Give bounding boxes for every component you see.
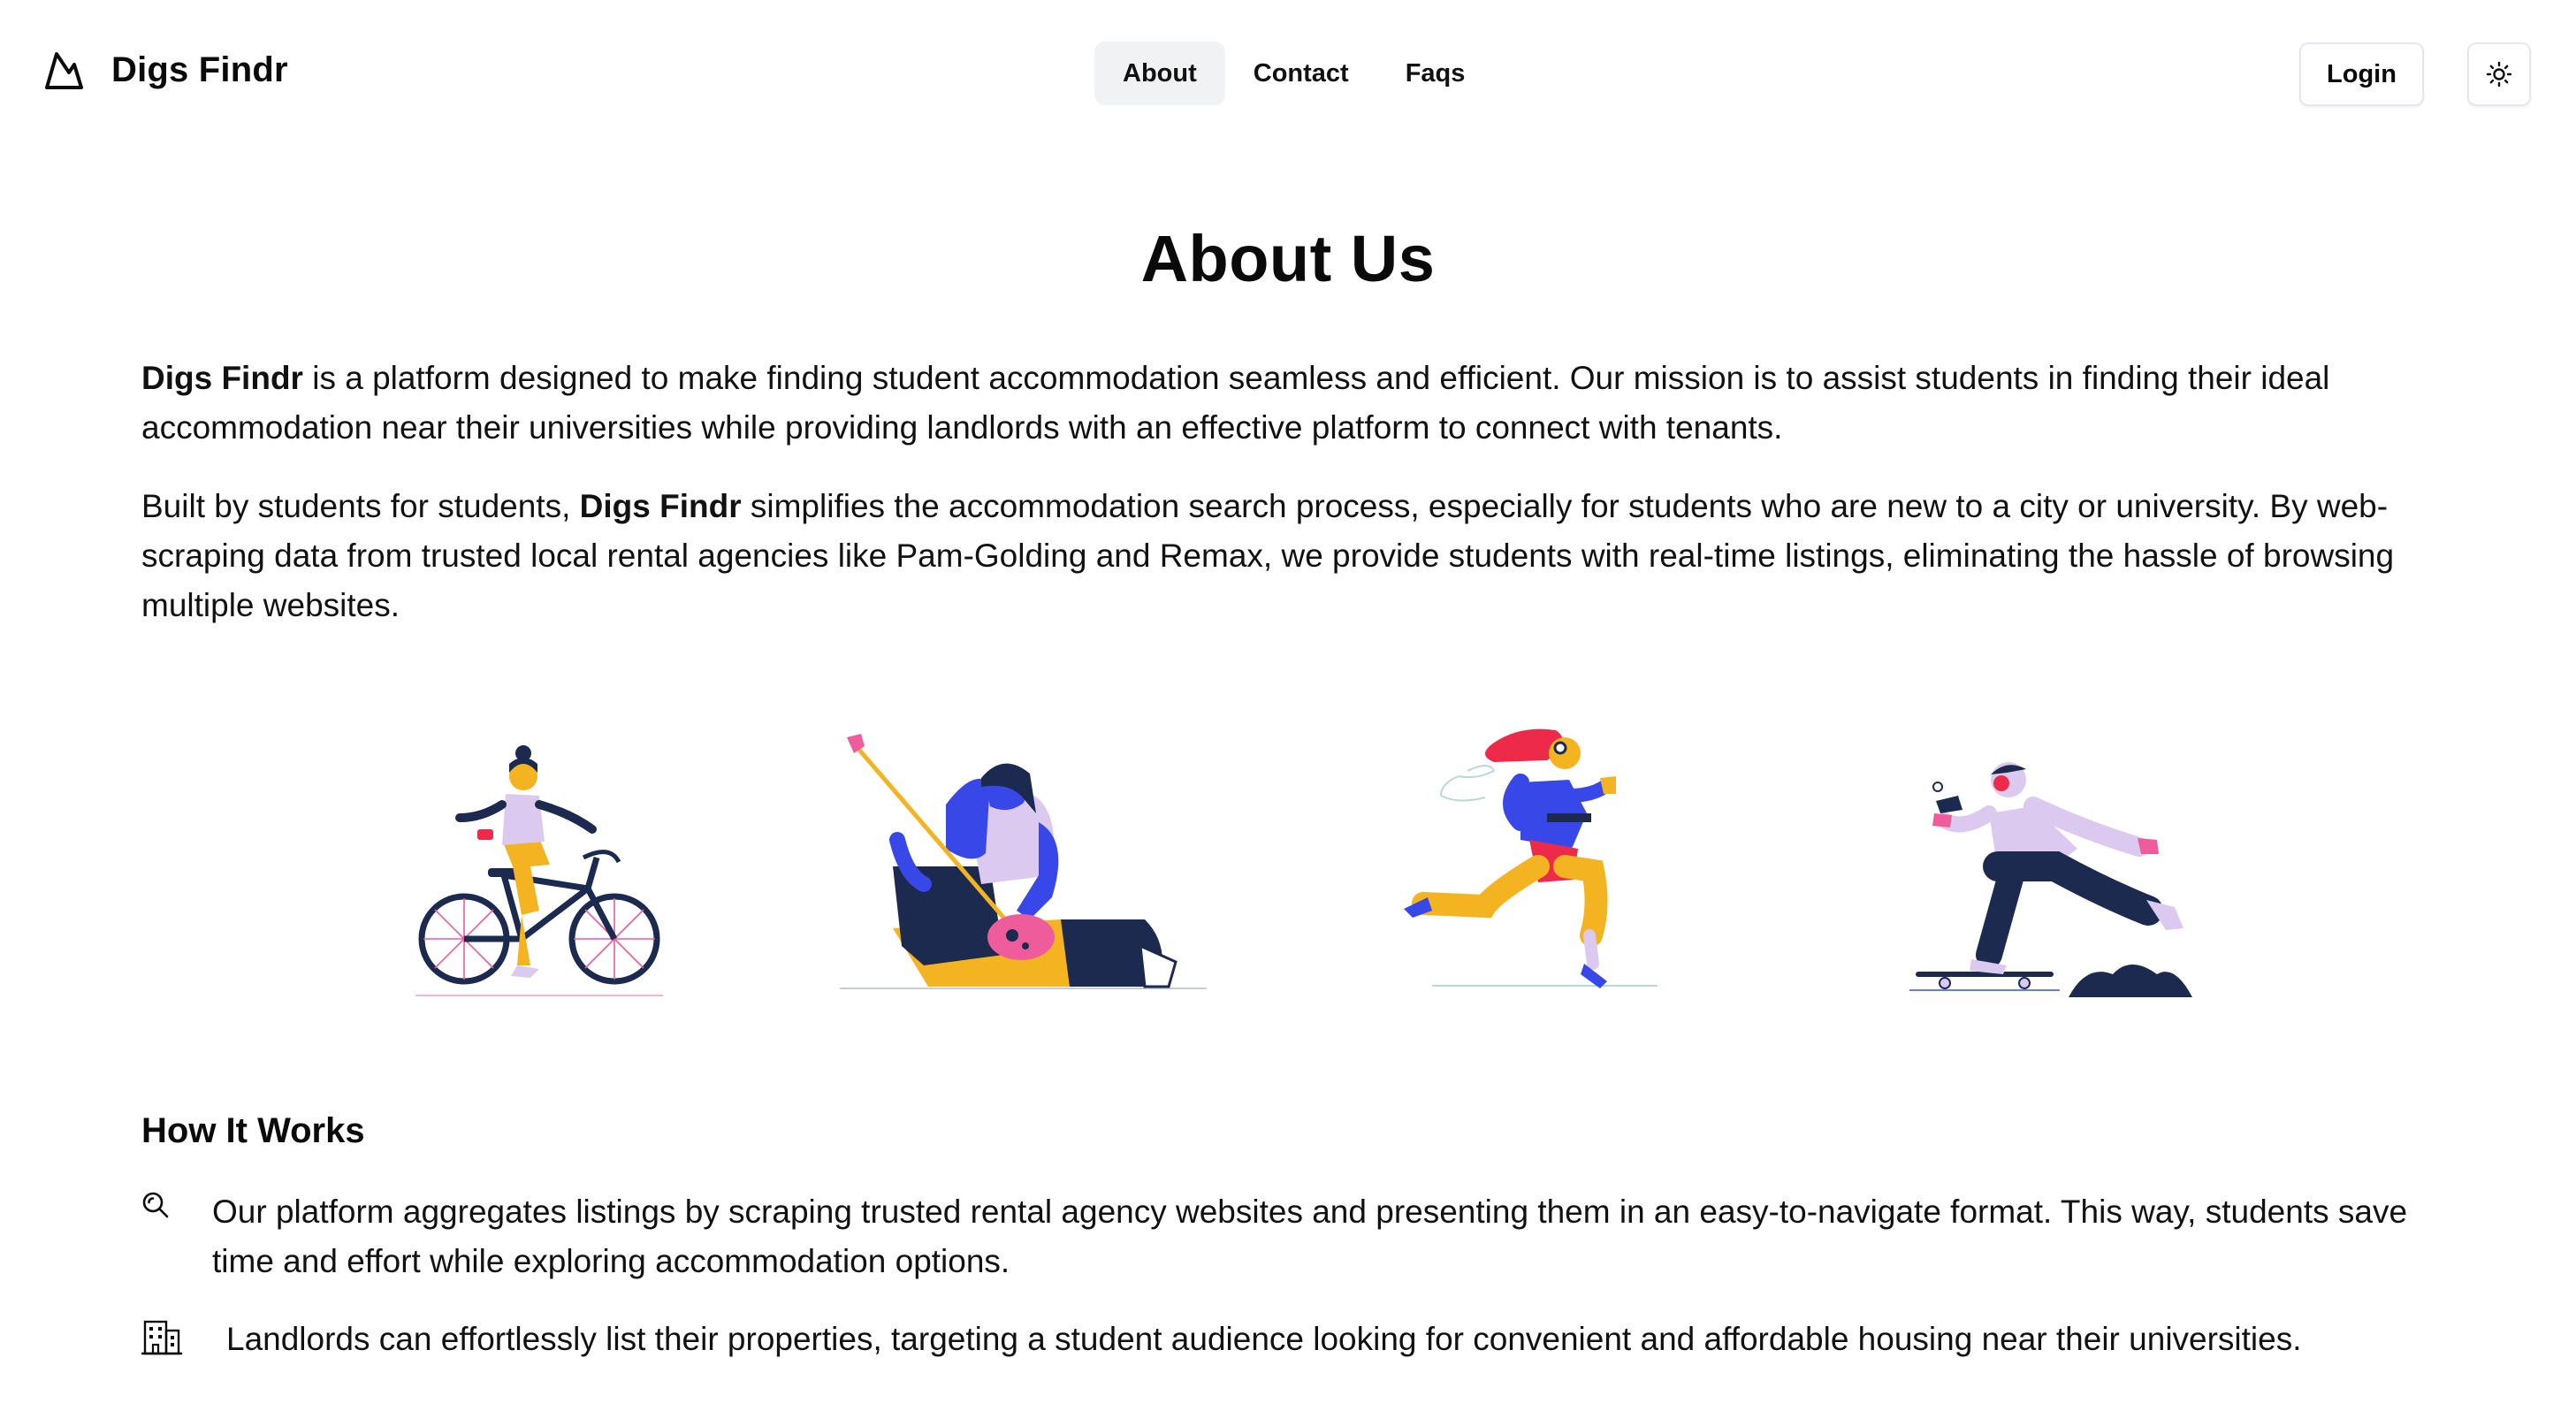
theme-toggle-button[interactable]: [2467, 42, 2531, 106]
building-icon: [141, 1320, 182, 1355]
main-nav: About Contact Faqs: [1094, 42, 1493, 105]
feature-text: Our platform aggregates listings by scra…: [212, 1194, 2408, 1279]
brand-mention: Digs Findr: [141, 360, 303, 396]
how-it-works-title: How It Works: [141, 1111, 365, 1150]
brand-name: Digs Findr: [111, 50, 288, 89]
feature-text: Landlords can effortlessly list their pr…: [226, 1321, 2302, 1357]
illustrations-row: [0, 707, 2576, 1008]
navbar: Digs Findr About Contact Faqs Login: [0, 0, 2576, 149]
login-button[interactable]: Login: [2299, 42, 2424, 106]
sun-icon: [2486, 61, 2512, 88]
nav-item-about[interactable]: About: [1094, 42, 1225, 105]
brand-mention: Digs Findr: [579, 488, 742, 524]
feature-item: Our platform aggregates listings by scra…: [141, 1187, 2475, 1286]
nav-item-contact[interactable]: Contact: [1225, 42, 1377, 105]
runner-illustration: [1404, 728, 1658, 988]
guitarist-illustration: [840, 734, 1207, 989]
cyclist-illustration: [415, 745, 663, 996]
brand-link[interactable]: Digs Findr: [44, 50, 288, 90]
skateboarder-illustration: [1909, 762, 2192, 997]
nav-item-faqs[interactable]: Faqs: [1377, 42, 1494, 105]
page-title: About Us: [1140, 222, 1436, 295]
about-paragraph-2: Built by students for students, Digs Fin…: [141, 482, 2405, 630]
search-icon: [142, 1192, 169, 1218]
mountain-icon: [45, 52, 83, 89]
about-paragraph-2-prefix: Built by students for students,: [141, 488, 580, 524]
feature-item: Landlords can effortlessly list their pr…: [141, 1315, 2489, 1364]
about-paragraph-1-text: is a platform designed to make finding s…: [141, 360, 2330, 446]
about-paragraph-1: Digs Findr is a platform designed to mak…: [141, 354, 2405, 453]
